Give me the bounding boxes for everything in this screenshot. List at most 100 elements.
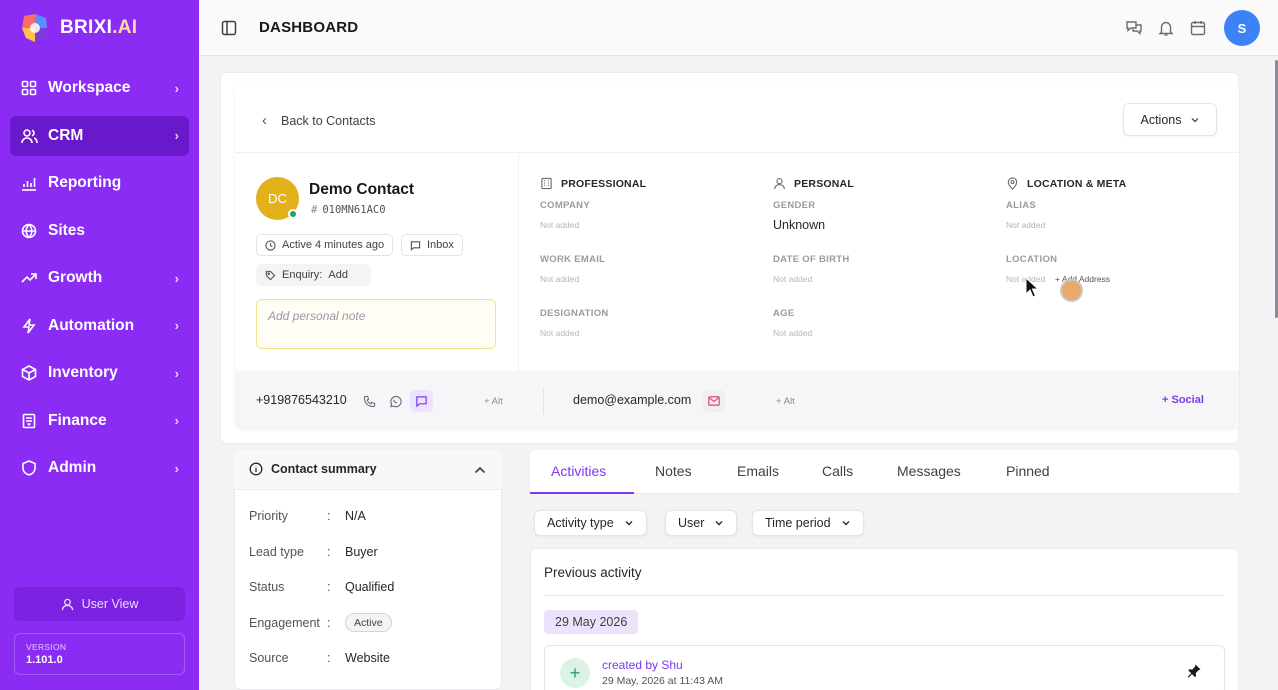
summary-key: Lead type xyxy=(249,545,304,559)
active-tab-indicator xyxy=(530,492,634,494)
actions-label: Actions xyxy=(1140,112,1182,127)
email-address[interactable]: demo@example.com xyxy=(573,393,691,407)
contact-name: Demo Contact xyxy=(309,181,415,198)
work-email-label: WORK EMAIL xyxy=(540,254,606,265)
sidebar-toggle-icon[interactable] xyxy=(221,20,237,36)
summary-colon: : xyxy=(327,616,331,630)
sidebar-item-label: Sites xyxy=(48,221,86,239)
sidebar-item-automation[interactable]: Automation › xyxy=(10,306,189,346)
box-icon xyxy=(20,364,38,382)
sidebar-item-workspace[interactable]: Workspace › xyxy=(10,68,189,108)
personal-note-input[interactable]: Add personal note xyxy=(256,299,496,349)
chevron-down-icon xyxy=(842,521,850,526)
company-value[interactable]: Not added xyxy=(540,220,579,230)
divider xyxy=(544,595,1224,596)
users-icon xyxy=(20,127,38,145)
company-label: COMPANY xyxy=(540,200,590,211)
activity-type-filter[interactable]: Activity type xyxy=(534,510,647,536)
click-indicator xyxy=(1060,279,1083,302)
dob-label: DATE OF BIRTH xyxy=(773,254,850,265)
summary-key: Priority xyxy=(249,509,288,523)
add-social-link[interactable]: + Social xyxy=(1162,394,1204,406)
add-alt-phone-link[interactable]: + Alt xyxy=(484,396,503,407)
user-avatar[interactable]: S xyxy=(1224,10,1260,46)
tab-activities[interactable]: Activities xyxy=(551,463,606,479)
divider xyxy=(518,153,519,371)
summary-key: Engagement xyxy=(249,616,320,630)
topbar: DASHBOARD S xyxy=(199,0,1278,56)
chevron-down-icon xyxy=(715,521,723,526)
designation-value[interactable]: Not added xyxy=(540,328,579,338)
phone-number[interactable]: +919876543210 xyxy=(256,393,347,407)
chevron-right-icon: › xyxy=(174,80,179,96)
sidebar-item-reporting[interactable]: Reporting xyxy=(10,163,189,203)
sidebar-item-growth[interactable]: Growth › xyxy=(10,258,189,298)
personal-section-title: PERSONAL xyxy=(773,177,854,190)
sidebar-item-label: Workspace xyxy=(48,79,131,96)
sidebar-item-sites[interactable]: Sites xyxy=(10,211,189,251)
dob-value[interactable]: Not added xyxy=(773,274,812,284)
user-view-button[interactable]: User View xyxy=(14,587,185,621)
chat-icon[interactable] xyxy=(1125,19,1143,37)
professional-section-title: PROFESSIONAL xyxy=(540,177,646,190)
work-email-value[interactable]: Not added xyxy=(540,274,579,284)
chevron-up-icon[interactable] xyxy=(473,463,487,477)
sidebar-item-admin[interactable]: Admin › xyxy=(10,448,189,488)
summary-key: Source xyxy=(249,651,289,665)
info-icon xyxy=(249,462,263,476)
inbox-chip[interactable]: Inbox xyxy=(401,234,463,256)
activity-tabs xyxy=(530,450,1239,494)
user-filter[interactable]: User xyxy=(665,510,738,536)
age-value[interactable]: Not added xyxy=(773,328,812,338)
brand-logo-icon xyxy=(22,14,47,42)
back-to-contacts-link[interactable]: ‹ Back to Contacts xyxy=(262,112,376,129)
shield-icon xyxy=(20,459,38,477)
location-section-title: LOCATION & META xyxy=(1006,177,1126,190)
tab-pinned[interactable]: Pinned xyxy=(1006,463,1050,479)
summary-key: Status xyxy=(249,580,285,594)
sidebar-item-label: CRM xyxy=(48,126,84,144)
sidebar-item-inventory[interactable]: Inventory › xyxy=(10,353,189,393)
person-icon xyxy=(774,178,785,190)
mail-icon[interactable] xyxy=(703,390,725,412)
clock-icon xyxy=(265,239,276,251)
bar-chart-icon xyxy=(20,174,38,192)
contact-info-bar xyxy=(235,371,1239,428)
tab-emails[interactable]: Emails xyxy=(737,463,779,479)
alias-value[interactable]: Not added xyxy=(1006,220,1045,230)
gender-value[interactable]: Unknown xyxy=(773,218,825,232)
summary-status-value: Qualified xyxy=(345,580,395,594)
whatsapp-icon[interactable] xyxy=(387,393,403,409)
back-label: Back to Contacts xyxy=(281,113,376,128)
page-title: DASHBOARD xyxy=(259,19,359,36)
add-alt-email-link[interactable]: + Alt xyxy=(776,396,795,407)
brand[interactable]: BRIXI.AI xyxy=(20,12,137,44)
enquiry-add-link[interactable]: Add xyxy=(328,269,348,281)
activity-item-title: created by Shu xyxy=(602,658,683,672)
pin-icon[interactable] xyxy=(1186,663,1202,679)
enquiry-chip[interactable]: Enquiry: Add xyxy=(256,264,371,286)
tab-notes[interactable]: Notes xyxy=(655,463,692,479)
divider xyxy=(543,387,544,414)
user-view-label: User View xyxy=(81,597,139,611)
actions-button[interactable]: Actions xyxy=(1123,103,1217,136)
sidebar-item-finance[interactable]: Finance › xyxy=(10,401,189,441)
sidebar-item-label: Finance xyxy=(48,411,107,429)
designation-label: DESIGNATION xyxy=(540,308,609,319)
tab-calls[interactable]: Calls xyxy=(822,463,853,479)
chevron-left-icon: ‹ xyxy=(262,112,267,129)
bell-icon[interactable] xyxy=(1157,19,1175,37)
sidebar-item-crm[interactable]: CRM › xyxy=(10,115,189,156)
calendar-icon[interactable] xyxy=(1189,19,1207,37)
active-status-chip: Active 4 minutes ago xyxy=(256,234,394,256)
sms-icon[interactable] xyxy=(410,390,433,412)
time-period-filter[interactable]: Time period xyxy=(752,510,864,536)
tab-messages[interactable]: Messages xyxy=(897,463,961,479)
building-icon xyxy=(541,177,552,190)
phone-icon[interactable] xyxy=(361,393,377,409)
chevron-right-icon: › xyxy=(174,318,179,333)
chevron-right-icon: › xyxy=(174,413,179,428)
contact-summary-title: Contact summary xyxy=(249,462,377,476)
chevron-right-icon: › xyxy=(174,128,179,143)
contact-id: #010MN61AC0 xyxy=(311,204,386,216)
